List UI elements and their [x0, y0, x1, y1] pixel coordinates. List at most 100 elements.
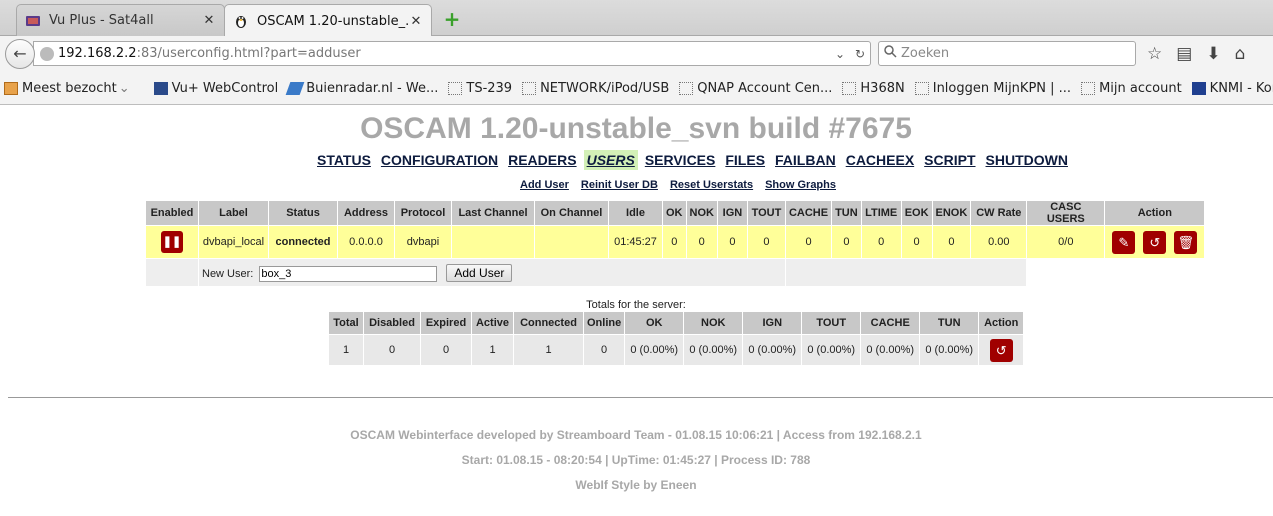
connected-cell: 1: [514, 335, 583, 365]
total-cell: 1: [329, 335, 363, 365]
home-icon[interactable]: ⌂: [1235, 44, 1246, 64]
col-header: NOK: [686, 201, 717, 225]
bookmark-mijnkpn[interactable]: Inloggen MijnKPN | ...: [914, 81, 1071, 96]
reset-icon[interactable]: ↺: [1143, 230, 1167, 254]
bookmark-h368n[interactable]: H368N: [842, 81, 905, 96]
col-header: TUN: [832, 201, 861, 225]
delete-icon[interactable]: 🗑: [1174, 230, 1198, 254]
new-user-cell: New User: Add User: [199, 259, 785, 286]
menu-shutdown[interactable]: SHUTDOWN: [983, 150, 1071, 170]
show-graphs-link[interactable]: Show Graphs: [765, 179, 836, 191]
downloads-icon[interactable]: ⬇: [1206, 44, 1220, 64]
table-row: ❚❚ dvbapi_local connected 0.0.0.0 dvbapi…: [146, 226, 1205, 258]
totals-table: Total Disabled Expired Active Connected …: [328, 311, 1024, 366]
main-menu: STATUS CONFIGURATION READERS USERS SERVI…: [314, 150, 1075, 170]
add-user-link[interactable]: Add User: [520, 179, 569, 191]
new-tab-icon[interactable]: +: [442, 9, 462, 29]
reinit-user-db-link[interactable]: Reinit User DB: [581, 179, 658, 191]
col-header: Total: [329, 312, 363, 334]
ign-cell: 0 (0.00%): [743, 335, 802, 365]
page-icon: [1081, 81, 1096, 95]
user-label-cell[interactable]: dvbapi_local: [199, 226, 268, 258]
bookmark-network[interactable]: NETWORK/iPod/USB: [522, 81, 669, 96]
close-tab-icon[interactable]: ✕: [409, 14, 423, 29]
toolbar-icons: ☆ ▤ ⬇ ⌂: [1147, 44, 1245, 64]
back-button[interactable]: ←: [5, 39, 35, 69]
bookmark-meest-bezocht[interactable]: Meest bezocht ⌄: [4, 81, 130, 96]
search-input[interactable]: Zoeken: [878, 41, 1136, 66]
menu-users[interactable]: USERS: [583, 150, 638, 170]
active-cell: 1: [472, 335, 513, 365]
col-header: ENOK: [932, 201, 971, 225]
menu-files[interactable]: FILES: [722, 150, 768, 170]
table-row: 1 0 0 1 1 0 0 (0.00%) 0 (0.00%) 0 (0.00%…: [329, 335, 1024, 365]
tv-icon: [25, 13, 41, 29]
reset-userstats-link[interactable]: Reset Userstats: [670, 179, 753, 191]
new-user-label: New User:: [202, 267, 254, 280]
col-header: CACHE: [785, 201, 832, 225]
tab-oscam[interactable]: OSCAM 1.20-unstable_... ✕: [224, 4, 432, 37]
users-table-header: Enabled Label Status Address Protocol La…: [146, 201, 1205, 225]
bookmark-ts239[interactable]: TS-239: [448, 81, 512, 96]
col-header: OK: [625, 312, 684, 334]
new-user-input[interactable]: [259, 265, 438, 282]
col-header: Connected: [514, 312, 583, 334]
edit-icon[interactable]: ✎: [1112, 230, 1136, 254]
page-icon: [842, 81, 857, 95]
col-header: Action: [1105, 201, 1205, 225]
navigation-bar: 192.168.2.2:83/userconfig.html?part=addu…: [0, 36, 1273, 72]
col-header: LTIME: [861, 201, 901, 225]
chevron-down-icon: ⌄: [118, 80, 130, 96]
menu-services[interactable]: SERVICES: [642, 150, 719, 170]
menu-script[interactable]: SCRIPT: [921, 150, 978, 170]
pause-icon[interactable]: ❚❚: [161, 231, 183, 253]
tux-icon: [233, 13, 249, 29]
bookmark-mijn-account[interactable]: Mijn account: [1081, 81, 1182, 96]
tout-cell: 0 (0.00%): [802, 335, 861, 365]
page-icon: [914, 81, 929, 95]
bookmark-label: TS-239: [466, 80, 513, 96]
bookmark-label: NETWORK/iPod/USB: [540, 80, 670, 96]
footer-line: OSCAM Webinterface developed by Streambo…: [350, 428, 922, 442]
tab-vu-plus[interactable]: Vu Plus - Sat4all ✕: [16, 4, 225, 36]
menu-failban[interactable]: FAILBAN: [772, 150, 839, 170]
col-header: Enabled: [146, 201, 198, 225]
history-dropdown-icon[interactable]: ⌄: [830, 47, 850, 61]
bookmark-label: Meest bezocht: [22, 80, 117, 96]
page-icon: [679, 81, 694, 95]
col-header: CW Rate: [971, 201, 1027, 225]
bookmark-label: Buienradar.nl - We...: [306, 80, 439, 96]
address-cell: 0.0.0.0: [338, 226, 394, 258]
bookmark-knmi[interactable]: KNMI - Koninklijk N...: [1191, 80, 1273, 96]
enok-cell: 0: [932, 226, 971, 258]
site-identity-icon[interactable]: [40, 46, 54, 61]
action-cell: ✎ ↺ 🗑: [1105, 226, 1205, 258]
bookmark-label: KNMI - Koninklijk N...: [1209, 80, 1273, 96]
nok-cell: 0 (0.00%): [684, 335, 743, 365]
url-bar[interactable]: 192.168.2.2:83/userconfig.html?part=addu…: [33, 41, 871, 66]
menu-status[interactable]: STATUS: [314, 150, 374, 170]
cache-cell: 0: [785, 226, 832, 258]
bookmark-qnap[interactable]: QNAP Account Cen...: [679, 81, 832, 96]
on-channel-cell: [535, 226, 608, 258]
idle-cell: 01:45:27: [609, 226, 662, 258]
folder-icon: [4, 81, 18, 95]
totals-caption: Totals for the server:: [586, 299, 686, 311]
menu-readers[interactable]: READERS: [505, 150, 579, 170]
reading-list-icon[interactable]: ▤: [1176, 44, 1192, 64]
reset-icon[interactable]: ↺: [989, 338, 1013, 362]
close-tab-icon[interactable]: ✕: [202, 13, 216, 28]
eok-cell: 0: [901, 226, 932, 258]
totals-header: Total Disabled Expired Active Connected …: [329, 312, 1024, 334]
add-user-button[interactable]: Add User: [446, 263, 513, 282]
menu-cacheex[interactable]: CACHEEX: [843, 150, 917, 170]
menu-configuration[interactable]: CONFIGURATION: [378, 150, 501, 170]
users-table: Enabled Label Status Address Protocol La…: [145, 200, 1205, 287]
bookmark-buienradar[interactable]: Buienradar.nl - We...: [285, 80, 439, 96]
bookmark-star-icon[interactable]: ☆: [1147, 44, 1162, 64]
reload-icon[interactable]: ↻: [850, 47, 870, 61]
page-icon: [522, 81, 537, 95]
col-header: TOUT: [747, 201, 785, 225]
search-placeholder: Zoeken: [901, 46, 950, 61]
bookmark-vu-webcontrol[interactable]: Vu+ WebControl: [153, 81, 278, 96]
